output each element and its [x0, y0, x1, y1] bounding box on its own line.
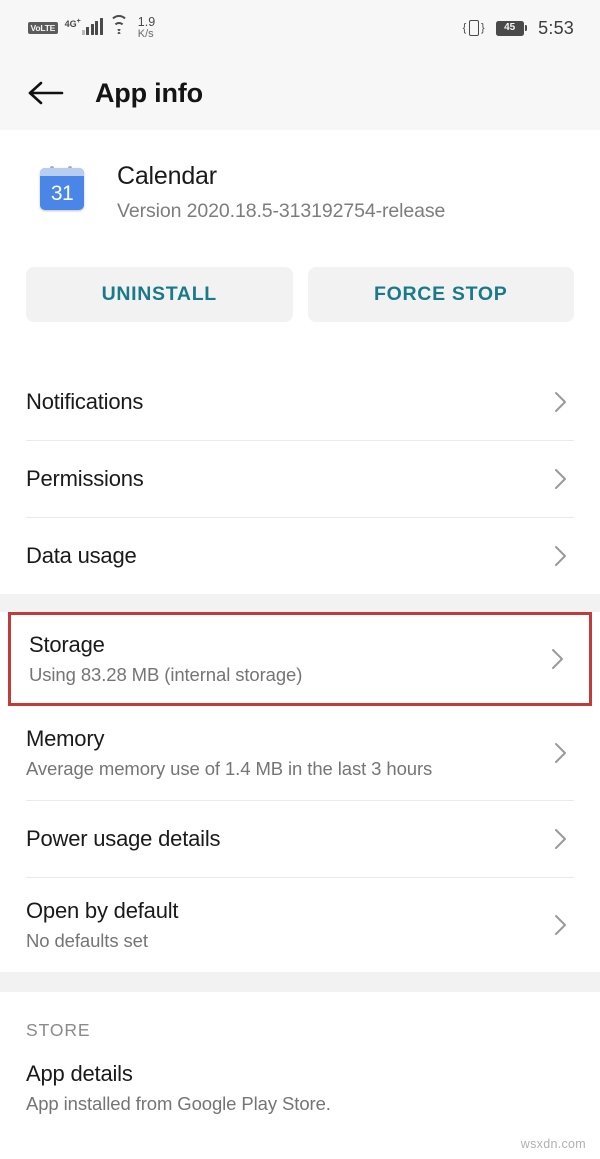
chevron-right-icon	[554, 390, 568, 414]
chevron-right-icon	[554, 741, 568, 765]
row-title: Storage	[29, 632, 105, 657]
chevron-right-icon	[554, 467, 568, 491]
section-separator	[0, 594, 600, 612]
calendar-app-icon: 31	[36, 166, 88, 214]
back-arrow-icon[interactable]	[27, 79, 67, 107]
cellular-signal-icon: 4G+	[64, 18, 103, 36]
row-title: Power usage details	[26, 826, 221, 851]
settings-group-primary: Notifications Permissions Data usage	[0, 364, 600, 594]
row-permissions[interactable]: Permissions	[0, 441, 600, 517]
row-subtitle: No defaults set	[26, 930, 148, 951]
row-subtitle: App installed from Google Play Store.	[26, 1093, 331, 1114]
battery-level-label: 45	[496, 21, 523, 35]
chevron-right-icon	[551, 647, 565, 671]
app-info-screen: VoLTE 4G+ 1.9 K/s {} 45 5:53 App info 31…	[0, 0, 600, 1159]
row-subtitle: Average memory use of 1.4 MB in the last…	[26, 758, 433, 779]
vibrate-icon: {}	[463, 19, 485, 38]
section-separator	[0, 972, 600, 992]
row-notifications[interactable]: Notifications	[0, 364, 600, 440]
wifi-icon	[109, 15, 129, 35]
status-bar-right: {} 45 5:53	[463, 18, 574, 39]
row-title: App details	[26, 1061, 133, 1086]
settings-group-usage: Storage Using 83.28 MB (internal storage…	[0, 612, 600, 972]
status-bar-left: VoLTE 4G+ 1.9 K/s	[28, 14, 156, 41]
chevron-right-icon	[554, 827, 568, 851]
row-title: Open by default	[26, 898, 179, 923]
data-speed-value: 1.9	[137, 14, 156, 29]
row-title: Permissions	[26, 466, 144, 491]
row-open-by-default[interactable]: Open by default No defaults set	[0, 878, 600, 972]
row-app-details[interactable]: App details App installed from Google Pl…	[0, 1041, 600, 1135]
page-title: App info	[95, 77, 203, 108]
row-power-usage-details[interactable]: Power usage details	[0, 801, 600, 877]
settings-group-store: App details App installed from Google Pl…	[0, 1041, 600, 1135]
action-buttons: UNINSTALL FORCE STOP	[0, 223, 600, 322]
battery-icon: 45	[495, 20, 528, 36]
force-stop-button[interactable]: FORCE STOP	[307, 267, 574, 322]
volte-icon: VoLTE	[28, 22, 58, 34]
uninstall-button[interactable]: UNINSTALL	[26, 267, 293, 322]
row-title: Memory	[26, 726, 105, 751]
row-memory[interactable]: Memory Average memory use of 1.4 MB in t…	[0, 706, 600, 800]
chevron-right-icon	[554, 544, 568, 568]
row-subtitle: Using 83.28 MB (internal storage)	[29, 664, 303, 685]
app-header: 31 Calendar Version 2020.18.5-313192754-…	[0, 130, 600, 223]
clock-label: 5:53	[538, 17, 574, 38]
data-speed-indicator: 1.9 K/s	[137, 14, 156, 41]
status-bar: VoLTE 4G+ 1.9 K/s {} 45 5:53	[0, 0, 600, 56]
row-storage[interactable]: Storage Using 83.28 MB (internal storage…	[8, 612, 592, 706]
watermark: wsxdn.com	[520, 1137, 586, 1151]
row-data-usage[interactable]: Data usage	[0, 518, 600, 594]
data-speed-unit: K/s	[137, 27, 154, 40]
network-type-label: 4G+	[64, 18, 81, 30]
row-title: Data usage	[26, 543, 137, 568]
store-section-label: STORE	[26, 1020, 91, 1040]
app-meta: Calendar Version 2020.18.5-313192754-rel…	[117, 162, 445, 223]
signal-bars-icon	[81, 18, 103, 36]
row-title: Notifications	[26, 389, 144, 414]
chevron-right-icon	[554, 913, 568, 937]
app-name-label: Calendar	[117, 162, 217, 190]
app-version-label: Version 2020.18.5-313192754-release	[117, 200, 446, 222]
calendar-icon-day: 31	[50, 181, 74, 205]
app-bar: App info	[0, 56, 600, 130]
